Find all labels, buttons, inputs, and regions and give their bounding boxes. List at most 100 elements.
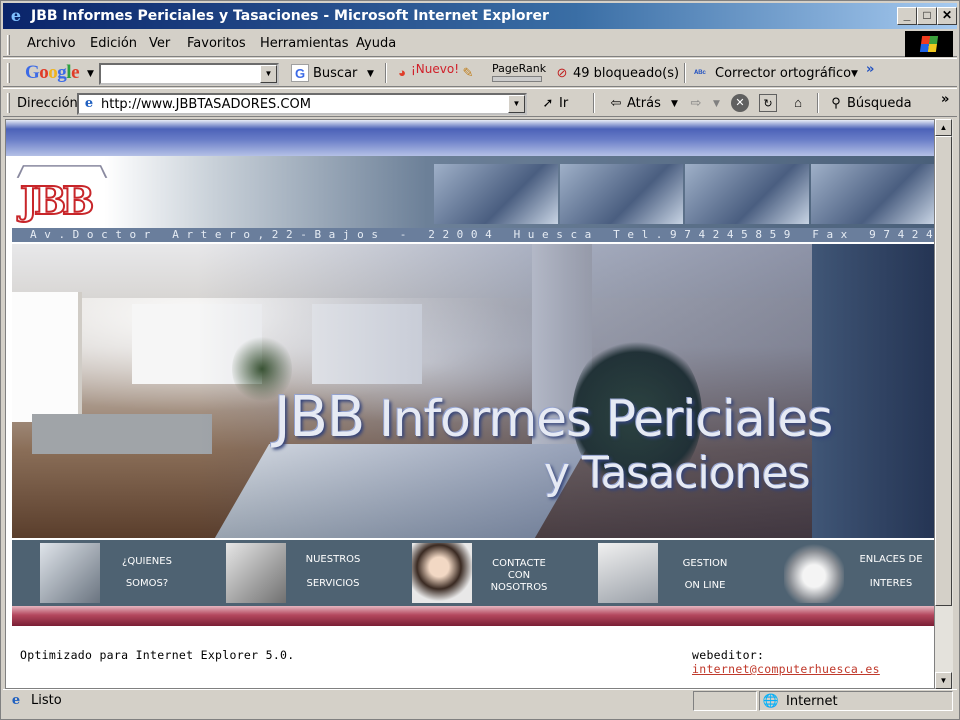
office-photo bbox=[559, 164, 683, 224]
scroll-down-button[interactable]: ▼ bbox=[935, 672, 952, 689]
nav-quienes-somos[interactable]: ¿QUIENES SOMOS? bbox=[12, 540, 198, 606]
title-bar[interactable]: e JBB Informes Periciales y Tasaciones -… bbox=[3, 3, 957, 29]
status-text: Listo bbox=[31, 693, 62, 708]
nuevo-badge[interactable]: ¡Nuevo! bbox=[411, 62, 459, 76]
number-one-icon bbox=[40, 543, 100, 603]
close-button[interactable]: ✕ bbox=[937, 7, 957, 25]
vertical-scrollbar[interactable]: ▲ ▼ bbox=[935, 119, 953, 689]
webeditor-label: webeditor: bbox=[692, 648, 765, 662]
operator-portrait-icon bbox=[412, 543, 472, 603]
search-button[interactable]: Búsqueda bbox=[847, 96, 912, 111]
google-search-dropdown[interactable]: ▼ bbox=[260, 65, 277, 83]
forward-dropdown[interactable]: ▼ bbox=[713, 99, 720, 109]
handshake-icon bbox=[226, 543, 286, 603]
internet-globe-icon: 🌐 bbox=[762, 693, 780, 708]
windows-flag-icon bbox=[919, 36, 939, 52]
page-icon: e bbox=[84, 96, 94, 111]
go-button[interactable]: Ir bbox=[559, 96, 568, 111]
nav-contacte[interactable]: CONTACTE CON NOSOTROS bbox=[384, 540, 570, 606]
refresh-icon[interactable]: ↻ bbox=[759, 94, 777, 112]
forward-arrow-icon[interactable]: ⇨ bbox=[687, 94, 705, 112]
spellcheck-dropdown[interactable]: ▼ bbox=[851, 69, 858, 79]
toolbar-grip[interactable] bbox=[7, 35, 10, 55]
site-header: JBB bbox=[12, 156, 934, 228]
menu-favoritos[interactable]: Favoritos bbox=[187, 36, 246, 51]
pagerank-label: PageRank bbox=[492, 62, 547, 75]
ie-logo-icon: e bbox=[10, 6, 22, 25]
office-photo bbox=[434, 164, 558, 224]
search-icon[interactable]: ⚲ bbox=[827, 94, 845, 112]
menu-archivo[interactable]: Archivo bbox=[27, 36, 76, 51]
buscar-button[interactable]: Buscar bbox=[313, 66, 357, 81]
google-toolbar-more[interactable]: » bbox=[866, 62, 874, 77]
hero-title-jbb: JBB bbox=[274, 385, 365, 450]
browser-screen-icon bbox=[598, 543, 658, 603]
google-swirl-icon: ◕ bbox=[398, 65, 406, 80]
pagerank-meter: PageRank bbox=[492, 62, 546, 82]
back-dropdown[interactable]: ▼ bbox=[671, 99, 678, 109]
jbb-logo[interactable]: JBB bbox=[16, 162, 108, 224]
toolbar-separator bbox=[593, 93, 595, 113]
menu-edicion[interactable]: Edición bbox=[90, 36, 137, 51]
nav-nuestros-servicios[interactable]: NUESTROS SERVICIOS bbox=[198, 540, 384, 606]
logo-mark: JBB bbox=[19, 177, 95, 224]
page-viewport[interactable]: JBB Av.Doctor Artero,22-Bajos - 22004 Hu… bbox=[5, 119, 935, 689]
address-toolbar-more[interactable]: » bbox=[941, 92, 949, 107]
highlighter-icon[interactable]: ✎ bbox=[459, 64, 477, 82]
office-photo-strip bbox=[434, 164, 934, 224]
back-button[interactable]: Atrás bbox=[627, 96, 661, 111]
toolbar-grip[interactable] bbox=[7, 63, 10, 83]
spellcheck-icon: ᴬᴮᶜ bbox=[694, 68, 706, 78]
home-icon[interactable]: ⌂ bbox=[789, 94, 807, 112]
top-band bbox=[6, 120, 934, 156]
office-photo bbox=[810, 164, 934, 224]
back-arrow-icon[interactable]: ⇦ bbox=[607, 94, 625, 112]
google-g-icon: G bbox=[291, 64, 309, 82]
site-nav: ¿QUIENES SOMOS? NUESTROS SERVICIOS CONTA… bbox=[12, 540, 934, 606]
mouse-icon bbox=[784, 543, 844, 603]
address-dropdown[interactable]: ▼ bbox=[508, 95, 525, 113]
google-logo[interactable]: Google bbox=[25, 62, 79, 84]
toolbar-grip[interactable] bbox=[7, 93, 10, 113]
webeditor-credit: webeditor: internet@computerhuesca.es bbox=[692, 648, 934, 676]
popups-blocked-count[interactable]: 49 bloqueado(s) bbox=[573, 66, 679, 81]
menu-ver[interactable]: Ver bbox=[149, 36, 170, 51]
scroll-up-button[interactable]: ▲ bbox=[935, 119, 952, 136]
toolbar-separator bbox=[817, 93, 819, 113]
minimize-button[interactable]: _ bbox=[897, 7, 917, 25]
google-search-input[interactable]: ▼ bbox=[99, 63, 279, 85]
status-bar: e Listo 🌐 Internet bbox=[3, 689, 957, 711]
office-photo bbox=[685, 164, 809, 224]
nav-gestion-online[interactable]: GESTION ON LINE bbox=[570, 540, 756, 606]
address-input[interactable]: e http://www.JBBTASADORES.COM ▼ bbox=[77, 93, 527, 115]
hero-title-line2: y Tasaciones bbox=[544, 448, 811, 499]
address-toolbar: Dirección e http://www.JBBTASADORES.COM … bbox=[3, 88, 957, 117]
google-toolbar: Google ▼ ▼ G Buscar ▼ ◕ ¡Nuevo! ✎ PageRa… bbox=[3, 58, 957, 87]
popup-blocker-icon: ⊘ bbox=[556, 65, 568, 80]
logo-roof bbox=[16, 165, 108, 178]
stop-icon[interactable]: ✕ bbox=[731, 94, 749, 112]
google-menu-arrow[interactable]: ▼ bbox=[87, 69, 94, 79]
menu-herramientas[interactable]: Herramientas bbox=[260, 36, 349, 51]
hero-office-image: JBB Informes Periciales y Tasaciones bbox=[12, 244, 934, 538]
hero-title-text: Informes Periciales bbox=[379, 390, 833, 448]
browser-window: e JBB Informes Periciales y Tasaciones -… bbox=[0, 0, 960, 720]
nav-enlaces[interactable]: ENLACES DE INTERES bbox=[756, 540, 934, 606]
page-footer: Optimizado para Internet Explorer 5.0. w… bbox=[6, 626, 934, 688]
address-label: Dirección bbox=[17, 96, 78, 111]
menu-ayuda[interactable]: Ayuda bbox=[356, 36, 396, 51]
maximize-button[interactable]: □ bbox=[917, 7, 937, 25]
zone-panel: 🌐 Internet bbox=[759, 691, 953, 711]
company-address-line: Av.Doctor Artero,22-Bajos - 22004 Huesca… bbox=[12, 228, 934, 242]
menu-bar: Archivo Edición Ver Favoritos Herramient… bbox=[3, 31, 957, 57]
spellcheck-button[interactable]: Corrector ortográfico bbox=[715, 66, 851, 81]
scroll-thumb[interactable] bbox=[935, 136, 952, 606]
red-band bbox=[12, 606, 934, 626]
window-title: JBB Informes Periciales y Tasaciones - M… bbox=[31, 8, 549, 24]
webeditor-email-link[interactable]: internet@computerhuesca.es bbox=[692, 662, 880, 676]
toolbar-separator bbox=[385, 63, 387, 83]
optimized-note: Optimizado para Internet Explorer 5.0. bbox=[20, 648, 295, 662]
go-arrow-icon[interactable]: ➚ bbox=[539, 94, 557, 112]
buscar-dropdown[interactable]: ▼ bbox=[367, 69, 374, 79]
windows-throbber bbox=[905, 31, 953, 57]
